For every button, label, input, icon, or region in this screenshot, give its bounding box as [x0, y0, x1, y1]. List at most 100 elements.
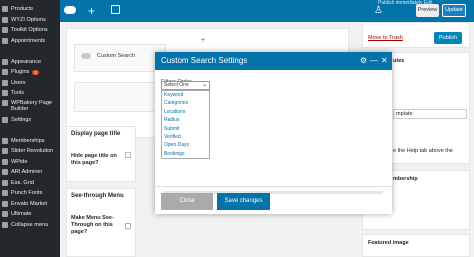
sidebar-item[interactable]: Appearance: [0, 57, 60, 68]
user-icon: ♙: [374, 5, 383, 16]
featured-image-box: Featured image: [362, 234, 470, 257]
sidebar-item-label: Appearance: [11, 58, 42, 65]
sidebar-item-label: WPide: [11, 158, 28, 165]
cloud-icon: [81, 53, 91, 59]
custom-search-element[interactable]: Custom Search: [74, 44, 166, 72]
menu-icon: [2, 37, 8, 44]
sidebar-item-label: Tools: [11, 90, 25, 97]
sidebar-item[interactable]: Plugins 2: [0, 67, 60, 78]
hide-page-title-checkbox[interactable]: [125, 152, 131, 158]
menu-icon: [2, 6, 8, 13]
sidebar-item-label: Slider Revolution: [11, 148, 54, 155]
sidebar-item-label: Punch Fonts: [11, 190, 43, 197]
sidebar-item[interactable]: Users: [0, 78, 60, 89]
menu-icon: [2, 211, 8, 218]
see-through-checkbox[interactable]: [125, 223, 131, 229]
sidebar-item-label: WYZI Options: [11, 16, 46, 23]
close-button[interactable]: Close: [161, 193, 213, 210]
hide-page-title-label: Hide page title on this page?: [71, 153, 117, 166]
element-label: Custom Search: [97, 53, 135, 59]
sidebar-item-label: Appointments: [11, 37, 46, 44]
cloud-logo-icon: [64, 6, 76, 14]
sidebar-item[interactable]: WPBakery Page Builder: [0, 99, 60, 115]
menu-icon: [2, 190, 8, 197]
menu-icon: [2, 169, 8, 176]
sidebar-item[interactable]: Toolkit Options: [0, 25, 60, 36]
template-select[interactable]: mplate: [393, 109, 467, 119]
gear-icon[interactable]: ⚙: [360, 52, 367, 70]
menu-icon: [2, 221, 8, 228]
sidebar-item-label: Plugins: [11, 69, 30, 76]
sidebar-item[interactable]: Products: [0, 4, 60, 15]
publish-button[interactable]: Publish: [434, 32, 462, 44]
publish-box: Move to Trash Publish: [362, 22, 470, 48]
featured-image-heading: Featured image: [368, 240, 409, 246]
help-text: e the Help tab above the: [393, 148, 453, 154]
sidebar-item[interactable]: WYZI Options: [0, 15, 60, 26]
sidebar-item[interactable]: [0, 46, 60, 57]
dropdown-option[interactable]: Bookings: [162, 150, 209, 158]
filters-order-select[interactable]: Select One ⌄: [161, 81, 210, 90]
sidebar-item[interactable]: Collapse menu: [0, 220, 60, 231]
menu-icon: [2, 158, 8, 165]
save-changes-button[interactable]: Save changes: [217, 193, 270, 210]
sidebar-item[interactable]: Appointments: [0, 36, 60, 47]
menu-icon: [2, 90, 8, 97]
membership-heading: mbership: [393, 176, 418, 182]
sidebar-item[interactable]: Settings: [0, 115, 60, 126]
dropdown-option[interactable]: Radius: [162, 116, 209, 124]
sidebar-item[interactable]: Memberships: [0, 136, 60, 147]
sidebar-item-label: Memberships: [11, 137, 45, 144]
sidebar-item-label: Envato Market: [11, 200, 48, 207]
sidebar-item[interactable]: Ultimate: [0, 209, 60, 220]
modal-header: Custom Search Settings ⚙ — ✕: [155, 52, 392, 70]
modal-title: Custom Search Settings: [161, 56, 248, 65]
add-element-icon[interactable]: +: [88, 4, 95, 18]
dropdown-option[interactable]: Locations: [162, 108, 209, 116]
menu-icon: [2, 16, 8, 23]
filters-dropdown-list: Keyword Categories Locations Radius Submit Ve…: [161, 90, 210, 160]
chevron-down-icon: ⌄: [201, 82, 207, 88]
menu-icon: [2, 27, 8, 34]
sidebar-item[interactable]: Ess. Grid: [0, 178, 60, 189]
dropdown-option[interactable]: Verified: [162, 133, 209, 141]
sidebar-item[interactable]: Punch Fonts: [0, 188, 60, 199]
menu-icon: [2, 79, 8, 86]
layout-icon[interactable]: [111, 5, 120, 14]
modal-footer: Close Save changes: [155, 186, 392, 214]
sidebar-item[interactable]: Envato Market: [0, 199, 60, 210]
move-to-trash-link[interactable]: Move to Trash: [368, 35, 403, 41]
menu-icon: [2, 148, 8, 155]
menu-icon: [2, 116, 8, 123]
custom-search-settings-modal: Custom Search Settings ⚙ — ✕ Filters Ord…: [155, 52, 392, 214]
dropdown-option[interactable]: Categories: [162, 99, 209, 107]
menu-icon: [2, 179, 8, 186]
dropdown-option[interactable]: Submit: [162, 125, 209, 133]
sidebar-item[interactable]: ARI Adminer: [0, 167, 60, 178]
attributes-heading: utes: [393, 58, 405, 64]
update-count-badge: 2: [32, 69, 39, 75]
menu-icon: [2, 69, 8, 76]
dropdown-option[interactable]: Open Days: [162, 141, 209, 149]
sidebar-item[interactable]: [0, 125, 60, 136]
sidebar-item-label: Settings: [11, 116, 32, 123]
sidebar-item[interactable]: WPide: [0, 157, 60, 168]
builder-toolbar: + Publish immediately Edit ♙ Preview Upd…: [60, 0, 474, 22]
update-button[interactable]: Update: [442, 4, 466, 17]
menu-icon: [2, 137, 8, 144]
sidebar-item-label: Collapse menu: [11, 221, 49, 228]
add-element-plus-icon[interactable]: +: [201, 37, 205, 44]
empty-column[interactable]: [74, 82, 166, 112]
admin-sidebar: Products WYZI Options Toolkit Options Appoi…: [0, 0, 60, 257]
sidebar-item[interactable]: Tools: [0, 88, 60, 99]
make-menu-see-through-label: Make Menu See-Through on this page?: [71, 215, 114, 235]
minimize-icon[interactable]: —: [370, 52, 378, 70]
dropdown-option[interactable]: Keyword: [162, 91, 209, 99]
sidebar-item[interactable]: Slider Revolution: [0, 146, 60, 157]
display-page-title-heading: Display page title: [71, 131, 121, 137]
close-icon[interactable]: ✕: [381, 52, 388, 70]
sidebar-item-label: WPBakery Page Builder: [11, 99, 53, 113]
sidebar-item-label: Products: [11, 6, 34, 13]
preview-button[interactable]: Preview: [416, 4, 439, 17]
sidebar-item-label: Ess. Grid: [11, 179, 35, 186]
